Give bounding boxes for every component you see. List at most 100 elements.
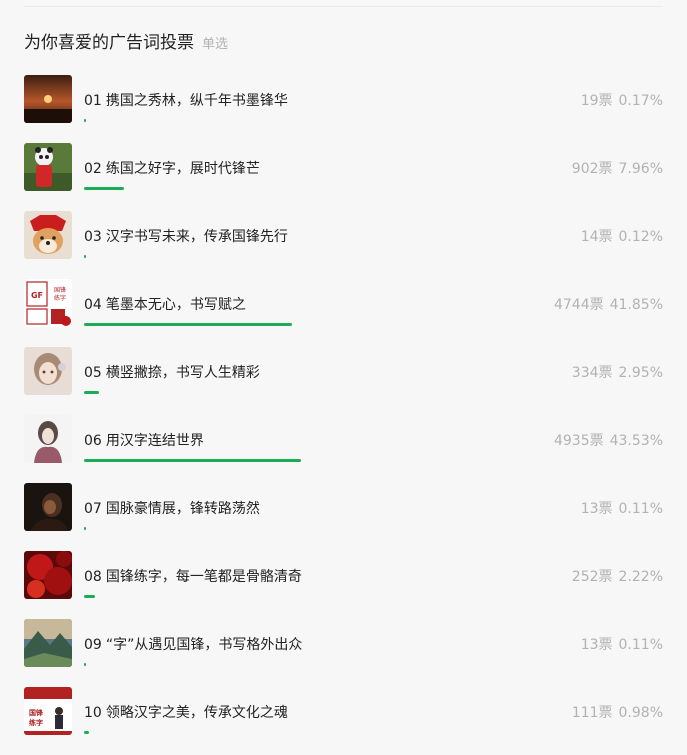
- option-number: 04: [84, 297, 102, 313]
- progress-bar: [84, 459, 301, 462]
- option-text: “字”从遇见国锋，书写格外出众: [105, 637, 303, 653]
- progress-bar: [84, 323, 292, 326]
- option-label: 10 领略汉字之美，传承文化之魂: [84, 702, 288, 722]
- option-number: 02: [84, 161, 102, 177]
- progress-bar: [84, 731, 89, 734]
- vote-option[interactable]: 国锋 练字 10 领略汉字之美，传承文化之魂 111票 0.98%: [0, 684, 687, 752]
- option-stats: 4935票 43.53%: [554, 430, 663, 450]
- girl-portrait-photo: [24, 347, 72, 395]
- vote-count: 13票: [580, 637, 613, 653]
- vote-count: 4744票: [553, 297, 604, 313]
- vote-percent: 7.96%: [618, 161, 663, 177]
- progress-bar: [84, 527, 86, 530]
- progress-bar: [84, 119, 86, 122]
- brand-logo-image: GF 国锋 练字: [24, 279, 72, 327]
- vote-count: 902票: [571, 161, 613, 177]
- svg-text:练字: 练字: [54, 294, 66, 302]
- option-stats: 13票 0.11%: [581, 498, 663, 518]
- option-stats: 19票 0.17%: [581, 90, 663, 110]
- vote-percent: 0.11%: [618, 637, 663, 653]
- vote-options-list: 01 携国之秀林，纵千年书墨锋华 19票 0.17% 02 练国之好字，展时代锋芒 902…: [0, 72, 687, 752]
- scarf-portrait-photo: [24, 415, 72, 463]
- option-label: 02 练国之好字，展时代锋芒: [84, 158, 260, 178]
- vote-option[interactable]: 01 携国之秀林，纵千年书墨锋华 19票 0.17%: [0, 72, 687, 140]
- option-label: 08 国锋练字，每一笔都是骨骼清奇: [84, 566, 302, 586]
- svg-text:国锋: 国锋: [54, 286, 66, 294]
- brand-poster-image: 国锋 练字: [24, 687, 72, 735]
- vote-count: 19票: [580, 93, 613, 109]
- vote-percent: 0.12%: [618, 229, 663, 245]
- vote-mode-label: 单选: [202, 37, 229, 52]
- option-stats: 902票 7.96%: [572, 158, 663, 178]
- vote-percent: 0.98%: [618, 705, 663, 721]
- option-text: 携国之秀林，纵千年书墨锋华: [105, 93, 288, 109]
- vote-percent: 0.17%: [618, 93, 663, 109]
- vote-count: 14票: [580, 229, 613, 245]
- mountain-landscape-photo: [24, 619, 72, 667]
- option-stats: 13票 0.11%: [581, 634, 663, 654]
- vote-percent: 43.53%: [609, 433, 663, 449]
- vote-count: 111票: [571, 705, 613, 721]
- svg-text:练字: 练字: [29, 718, 43, 727]
- option-label: 06 用汉字连结世界: [84, 430, 204, 450]
- option-label: 01 携国之秀林，纵千年书墨锋华: [84, 90, 288, 110]
- vote-percent: 2.95%: [618, 365, 663, 381]
- vote-count: 13票: [580, 501, 613, 517]
- vote-count: 252票: [571, 569, 613, 585]
- option-number: 01: [84, 93, 102, 109]
- option-stats: 111票 0.98%: [572, 702, 663, 722]
- option-stats: 4744票 41.85%: [554, 294, 663, 314]
- vote-percent: 41.85%: [609, 297, 663, 313]
- option-text: 领略汉字之美，传承文化之魂: [105, 705, 288, 721]
- progress-bar: [84, 187, 124, 190]
- vote-option[interactable]: 05 横竖撇捺，书写人生精彩 334票 2.95%: [0, 344, 687, 412]
- vote-count: 334票: [571, 365, 613, 381]
- divider: [24, 6, 663, 7]
- option-number: 03: [84, 229, 102, 245]
- panda-costume-photo: [24, 143, 72, 191]
- option-text: 用汉字连结世界: [105, 433, 204, 449]
- option-label: 05 横竖撇捺，书写人生精彩: [84, 362, 260, 382]
- vote-option[interactable]: 07 国脉豪情展，锋转路荡然 13票 0.11%: [0, 480, 687, 548]
- vote-option[interactable]: 09 “字”从遇见国锋，书写格外出众 13票 0.11%: [0, 616, 687, 684]
- progress-bar: [84, 255, 86, 258]
- vote-option[interactable]: 08 国锋练字，每一笔都是骨骼清奇 252票 2.22%: [0, 548, 687, 616]
- vote-option[interactable]: GF 国锋 练字 04 笔墨本无心，书写赋之 4744票 41.85%: [0, 276, 687, 344]
- option-label: 04 笔墨本无心，书写赋之: [84, 294, 246, 314]
- option-text: 横竖撇捺，书写人生精彩: [105, 365, 260, 381]
- vote-percent: 0.11%: [618, 501, 663, 517]
- option-number: 06: [84, 433, 102, 449]
- option-text: 汉字书写未来，传承国锋先行: [105, 229, 288, 245]
- vote-option[interactable]: 02 练国之好字，展时代锋芒 902票 7.96%: [0, 140, 687, 208]
- vote-percent: 2.22%: [618, 569, 663, 585]
- option-text: 国脉豪情展，锋转路荡然: [105, 501, 260, 517]
- progress-bar: [84, 663, 86, 666]
- option-text: 国锋练字，每一笔都是骨骼清奇: [105, 569, 302, 585]
- option-label: 07 国脉豪情展，锋转路荡然: [84, 498, 260, 518]
- vote-option[interactable]: 06 用汉字连结世界 4935票 43.53%: [0, 412, 687, 480]
- red-pattern-photo: [24, 551, 72, 599]
- progress-bar: [84, 391, 99, 394]
- sunset-photo: [24, 75, 72, 123]
- vote-option[interactable]: 03 汉字书写未来，传承国锋先行 14票 0.12%: [0, 208, 687, 276]
- option-number: 05: [84, 365, 102, 381]
- option-text: 练国之好字，展时代锋芒: [105, 161, 260, 177]
- option-number: 10: [84, 705, 102, 721]
- option-number: 09: [84, 637, 102, 653]
- svg-text:国锋: 国锋: [29, 708, 44, 717]
- option-text: 笔墨本无心，书写赋之: [105, 297, 246, 313]
- shiba-dog-photo: [24, 211, 72, 259]
- option-number: 08: [84, 569, 102, 585]
- dark-portrait-photo: [24, 483, 72, 531]
- option-number: 07: [84, 501, 102, 517]
- option-label: 03 汉字书写未来，传承国锋先行: [84, 226, 288, 246]
- option-label: 09 “字”从遇见国锋，书写格外出众: [84, 634, 302, 654]
- option-stats: 252票 2.22%: [572, 566, 663, 586]
- vote-title: 为你喜爱的广告词投票: [24, 33, 194, 53]
- vote-card: 为你喜爱的广告词投票 单选 01 携国之秀林，纵千年书墨锋华 19票 0.17% 02…: [0, 0, 687, 755]
- option-stats: 334票 2.95%: [572, 362, 663, 382]
- option-stats: 14票 0.12%: [581, 226, 663, 246]
- vote-header: 为你喜爱的广告词投票 单选: [24, 28, 228, 53]
- svg-text:GF: GF: [31, 291, 43, 300]
- vote-count: 4935票: [553, 433, 604, 449]
